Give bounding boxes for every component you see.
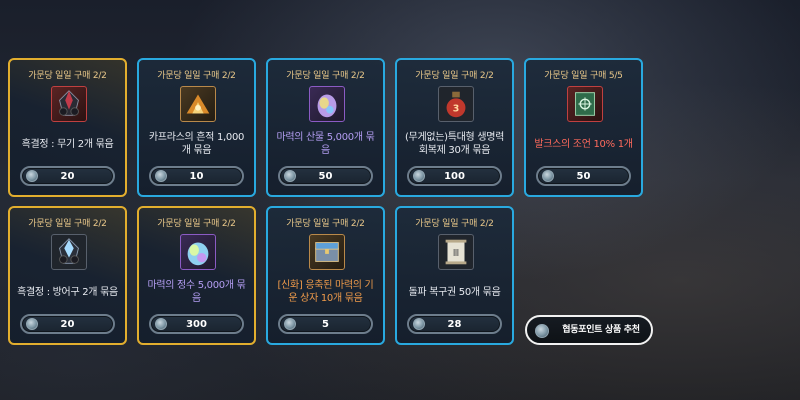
buy-button[interactable]: 20 <box>20 314 115 334</box>
item-name: 돌파 복구권 50개 묶음 <box>408 286 501 298</box>
shop-item-card[interactable]: 가문당 일일 구매 2/2 Ⅲ 돌파 복구권 50개 묶음 28 <box>395 206 514 345</box>
magic-essence-orb-icon <box>180 234 216 270</box>
purchase-limit-label: 가문당 일일 구매 2/2 <box>286 71 365 81</box>
shop-item-card[interactable]: 가문당 일일 구매 2/2 [신화] 응축된 마력의 기운 상자 10개 묶음 … <box>266 206 385 345</box>
shop-item-card[interactable]: 가문당 일일 구매 2/2 카프라스의 흔적 1,000개 묶음 10 <box>137 58 256 197</box>
item-name: 발크스의 조언 10% 1개 <box>534 138 633 150</box>
buy-button[interactable]: 5 <box>278 314 373 334</box>
item-name: 흑결정 : 무기 2개 묶음 <box>21 138 114 150</box>
coop-point-coin-icon <box>535 324 549 338</box>
purchase-limit-label: 가문당 일일 구매 2/2 <box>157 71 236 81</box>
item-price: 50 <box>318 171 333 182</box>
item-price: 20 <box>60 171 75 182</box>
item-name: 마력의 정수 5,000개 묶음 <box>147 280 246 304</box>
shop-item-card[interactable]: 가문당 일일 구매 2/2 마력의 산물 5,000개 묶음 50 <box>266 58 385 197</box>
valks-advice-book-icon <box>567 86 603 122</box>
black-crystal-weapon-icon <box>51 86 87 122</box>
buy-button[interactable]: 20 <box>20 166 115 186</box>
shop-item-card[interactable]: 가문당 일일 구매 2/2 흑결정 : 무기 2개 묶음 20 <box>8 58 127 197</box>
magic-product-orb-icon <box>309 86 345 122</box>
item-name: 마력의 산물 5,000개 묶음 <box>276 132 375 156</box>
recommend-button-label: 협동포인트 상품 추천 <box>562 325 640 335</box>
purchase-limit-label: 가문당 일일 구매 2/2 <box>157 219 236 229</box>
buy-button[interactable]: 50 <box>278 166 373 186</box>
purchase-limit-label: 가문당 일일 구매 2/2 <box>28 219 107 229</box>
item-name: (무게없는)특대형 생명력 회복제 30개 묶음 <box>404 132 505 156</box>
purchase-limit-label: 가문당 일일 구매 2/2 <box>286 219 365 229</box>
breakthrough-scroll-icon: Ⅲ <box>438 234 474 270</box>
caphras-stone-icon <box>180 86 216 122</box>
item-price: 300 <box>186 319 207 330</box>
hp-potion-icon: 3 <box>438 86 474 122</box>
item-price: 5 <box>322 319 329 330</box>
shop-item-card[interactable]: 가문당 일일 구매 2/2 마력의 정수 5,000개 묶음 300 <box>137 206 256 345</box>
svg-text:3: 3 <box>453 104 460 115</box>
buy-button[interactable]: 50 <box>536 166 631 186</box>
item-price: 10 <box>189 171 204 182</box>
item-name: 흑결정 : 방어구 2개 묶음 <box>17 286 118 298</box>
buy-button[interactable]: 300 <box>149 314 244 334</box>
item-price: 100 <box>444 171 465 182</box>
purchase-limit-label: 가문당 일일 구매 2/2 <box>415 71 494 81</box>
black-crystal-armor-icon <box>51 234 87 270</box>
item-price: 20 <box>60 319 75 330</box>
shop-item-card[interactable]: 가문당 일일 구매 5/5 발크스의 조언 10% 1개 50 <box>524 58 643 197</box>
item-name: 카프라스의 흔적 1,000개 묶음 <box>148 132 245 156</box>
svg-text:Ⅲ: Ⅲ <box>453 248 460 259</box>
purchase-limit-label: 가문당 일일 구매 5/5 <box>544 71 623 81</box>
buy-button[interactable]: 100 <box>407 166 502 186</box>
shop-item-card[interactable]: 가문당 일일 구매 2/2 흑결정 : 방어구 2개 묶음 20 <box>8 206 127 345</box>
buy-button[interactable]: 10 <box>149 166 244 186</box>
purchase-limit-label: 가문당 일일 구매 2/2 <box>28 71 107 81</box>
buy-button[interactable]: 28 <box>407 314 502 334</box>
item-price: 28 <box>447 319 462 330</box>
condensed-magic-chest-icon <box>309 234 345 270</box>
coop-point-recommend-button[interactable]: 협동포인트 상품 추천 <box>525 315 653 345</box>
shop-item-card[interactable]: 가문당 일일 구매 2/2 3 (무게없는)특대형 생명력 회복제 30개 묶음… <box>395 58 514 197</box>
purchase-limit-label: 가문당 일일 구매 2/2 <box>415 219 494 229</box>
item-name: [신화] 응축된 마력의 기운 상자 10개 묶음 <box>277 280 374 304</box>
item-price: 50 <box>576 171 591 182</box>
